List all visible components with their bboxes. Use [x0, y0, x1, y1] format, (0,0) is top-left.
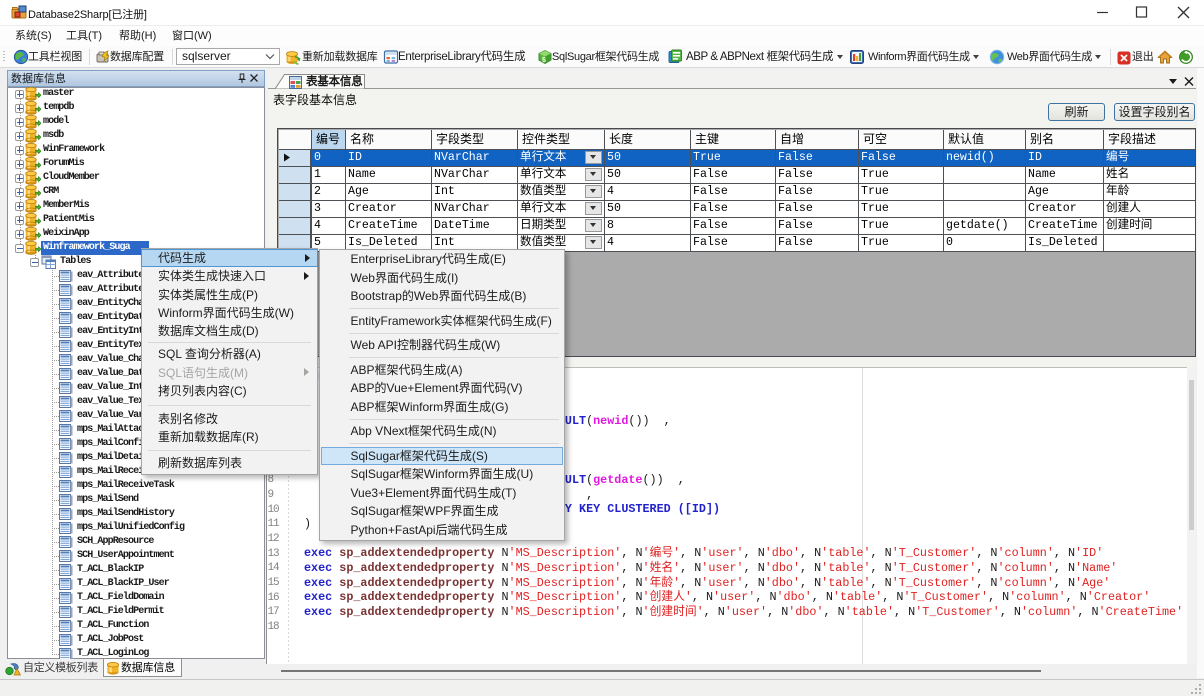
svg-text:$: $ [542, 57, 546, 64]
